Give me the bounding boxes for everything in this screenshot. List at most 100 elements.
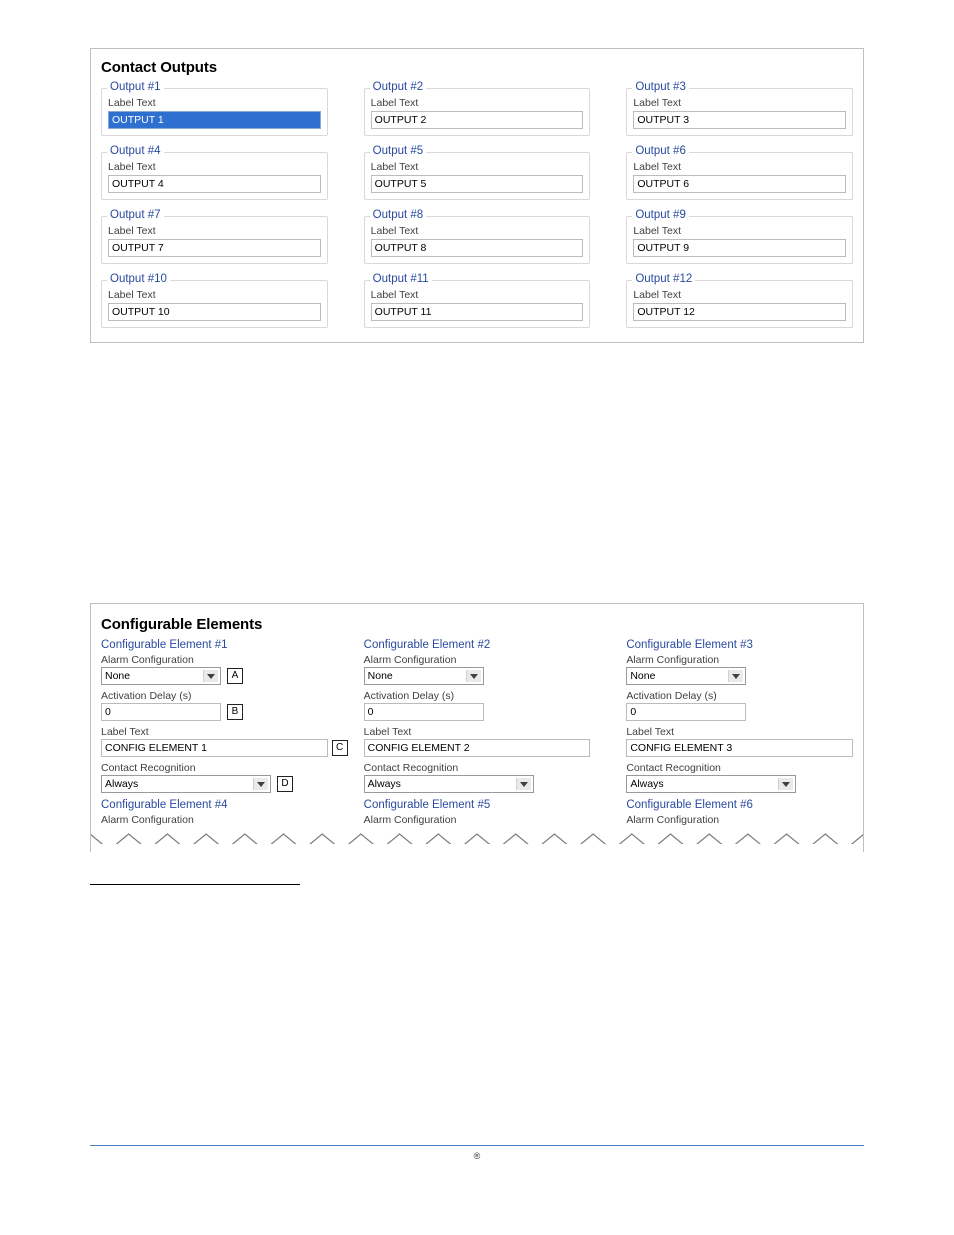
output-legend: Output #9 [632,209,689,221]
ce-title: Configurable Element #1 [101,639,328,651]
contact-outputs-panel: Contact Outputs Output #1Label TextOutpu… [90,48,864,343]
output-label-input[interactable] [108,239,321,257]
output-frame: Label Text [101,88,328,136]
output-frame: Label Text [364,216,591,264]
footnote-rule [90,884,300,885]
output-legend: Output #7 [107,209,164,221]
configurable-element-row2-3: Configurable Element #6 Alarm Configurati… [626,799,853,826]
alarm-configuration-label: Alarm Configuration [626,654,853,666]
output-legend: Output #6 [632,145,689,157]
output-label-input[interactable] [371,239,584,257]
label-text-caption: Label Text [371,97,584,109]
output-group-5: Output #5 Label Text [364,146,591,200]
output-label-input[interactable] [371,175,584,193]
alarm-configuration-label: Alarm Configuration [626,814,853,826]
chevron-down-icon [257,782,265,787]
output-label-input[interactable] [633,175,846,193]
output-label-input[interactable] [371,303,584,321]
contact-recognition-label: Contact Recognition [101,762,328,774]
footer-center: ® [90,1152,864,1163]
callout-c: C [332,740,348,756]
output-legend: Output #5 [370,145,427,157]
contact-recognition-dropdown[interactable]: Always [364,775,534,793]
label-text-caption: Label Text [371,161,584,173]
alarm-configuration-label: Alarm Configuration [101,654,328,666]
contact-recognition-dropdown[interactable]: Always [626,775,796,793]
activation-delay-label: Activation Delay (s) [626,690,853,702]
chevron-down-icon [782,782,790,787]
output-group-2: Output #2 Label Text [364,82,591,136]
chevron-down-icon [207,674,215,679]
alarm-configuration-label: Alarm Configuration [364,654,591,666]
alarm-configuration-dropdown[interactable]: None [101,667,221,685]
output-label-input[interactable] [633,239,846,257]
label-text-caption: Label Text [364,726,591,738]
output-frame: Label Text [626,152,853,200]
contact-recognition-label: Contact Recognition [626,762,853,774]
activation-delay-input[interactable] [626,703,746,721]
configurable-element-row2-2: Configurable Element #5Alarm Configurati… [364,799,591,826]
chevron-down-icon [470,674,478,679]
torn-edge-decoration [90,830,864,852]
page-footer: ® [90,1152,864,1172]
ce-title: Configurable Element #5 [364,799,591,811]
configurable-element-row2-1: Configurable Element #4 Alarm Configurati… [101,799,328,826]
activation-delay-label: Activation Delay (s) [364,690,591,702]
output-frame: Label Text [364,152,591,200]
configurable-element-2: Configurable Element #2 Alarm Configurati… [364,639,591,793]
output-legend: Output #11 [370,273,432,285]
label-text-caption: Label Text [101,726,328,738]
output-label-input[interactable] [633,111,846,129]
output-legend: Output #3 [632,81,689,93]
output-group-12: Output #12 Label Text [626,274,853,328]
output-legend: Output #8 [370,209,427,221]
callout-b: B [227,704,243,720]
outputs-grid: Output #1Label TextOutput #2Label TextOu… [101,82,853,328]
output-label-input[interactable] [371,111,584,129]
output-label-input[interactable] [108,303,321,321]
activation-delay-input[interactable] [101,703,221,721]
alarm-configuration-dropdown[interactable]: None [364,667,484,685]
ce-title: Configurable Element #2 [364,639,591,651]
configurable-elements-title: Configurable Elements [101,616,853,633]
ce-title: Configurable Element #4 [101,799,328,811]
label-text-caption: Label Text [371,289,584,301]
alarm-configuration-label: Alarm Configuration [101,814,328,826]
chevron-down-icon [732,674,740,679]
activation-delay-input[interactable] [364,703,484,721]
ce-title: Configurable Element #6 [626,799,853,811]
activation-delay-label: Activation Delay (s) [101,690,328,702]
output-group-7: Output #7 Label Text [101,210,328,264]
output-legend: Output #4 [107,145,164,157]
label-text-caption: Label Text [633,225,846,237]
callout-a: A [227,668,243,684]
label-text-caption: Label Text [108,97,321,109]
output-frame: Label Text [626,216,853,264]
output-label-input[interactable] [633,303,846,321]
label-text-caption: Label Text [108,225,321,237]
output-label-input[interactable] [108,111,321,129]
output-group-6: Output #6 Label Text [626,146,853,200]
label-text-caption: Label Text [633,161,846,173]
output-legend: Output #2 [370,81,427,93]
label-text-caption: Label Text [371,225,584,237]
output-group-10: Output #10Label Text [101,274,328,328]
alarm-configuration-dropdown[interactable]: None [626,667,746,685]
label-text-caption: Label Text [626,726,853,738]
output-frame: Label Text [101,216,328,264]
output-label-input[interactable] [108,175,321,193]
element-label-input[interactable] [364,739,591,757]
output-frame: Label Text [626,88,853,136]
element-label-input[interactable] [626,739,853,757]
label-text-caption: Label Text [633,289,846,301]
element-label-input[interactable] [101,739,328,757]
contact-recognition-label: Contact Recognition [364,762,591,774]
output-group-4: Output #4Label Text [101,146,328,200]
contact-recognition-dropdown[interactable]: Always [101,775,271,793]
output-group-9: Output #9 Label Text [626,210,853,264]
chevron-down-icon [520,782,528,787]
output-frame: Label Text [364,280,591,328]
output-group-8: Output #8 Label Text [364,210,591,264]
output-legend: Output #12 [632,273,695,285]
output-group-1: Output #1Label Text [101,82,328,136]
